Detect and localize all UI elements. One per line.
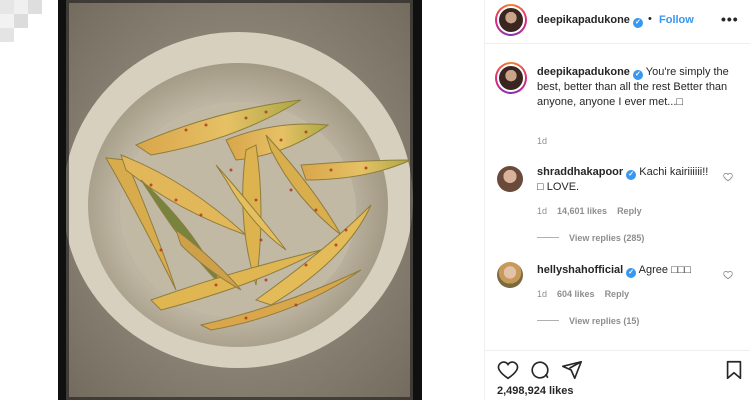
caption-username[interactable]: deepikapadukone bbox=[537, 66, 630, 78]
verified-badge-icon: ✓ bbox=[632, 70, 643, 80]
bookmark-icon[interactable] bbox=[723, 359, 745, 381]
comment-username[interactable]: shraddhakapoor bbox=[537, 166, 623, 178]
likes-count[interactable]: 2,498,924 likes bbox=[497, 385, 573, 397]
caption-age: 1d bbox=[537, 136, 548, 146]
comment-age: 1d bbox=[537, 206, 548, 216]
pixelated-corner bbox=[0, 0, 60, 50]
heart-icon[interactable] bbox=[497, 359, 519, 381]
verified-badge-icon: ✓ bbox=[626, 268, 637, 278]
view-replies-label[interactable]: View replies (15) bbox=[569, 316, 639, 326]
comment-like-heart-icon[interactable] bbox=[723, 270, 733, 280]
comment-item: shraddhakapoor ✓ Kachi kairiiiiii!! □ LOV… bbox=[537, 165, 717, 195]
mango-plate-illustration bbox=[66, 0, 413, 400]
view-replies-toggle[interactable]: View replies (15) bbox=[537, 316, 639, 326]
comment-icon[interactable] bbox=[529, 359, 551, 381]
paper-plane-icon[interactable] bbox=[561, 359, 583, 381]
more-options-icon[interactable]: ••• bbox=[721, 11, 739, 27]
view-replies-label[interactable]: View replies (285) bbox=[569, 233, 644, 243]
commenter-avatar[interactable] bbox=[497, 262, 523, 288]
commenter-avatar[interactable] bbox=[497, 166, 523, 192]
comment-likes[interactable]: 14,601 likes bbox=[557, 206, 607, 216]
post-side-panel: deepikapadukone ✓ • Follow ••• deepikapad… bbox=[484, 0, 750, 400]
comment-text: Agree □□□ bbox=[638, 264, 691, 276]
reply-button[interactable]: Reply bbox=[617, 206, 642, 216]
post-header: deepikapadukone ✓ • Follow ••• bbox=[485, 0, 750, 44]
follow-button[interactable]: Follow bbox=[659, 14, 694, 26]
replies-divider bbox=[537, 237, 559, 238]
post-media-area bbox=[0, 0, 484, 400]
comment-meta: 1d 604 likes Reply bbox=[537, 289, 639, 299]
comment-username[interactable]: hellyshahofficial bbox=[537, 264, 623, 276]
author-username[interactable]: deepikapadukone ✓ bbox=[537, 14, 643, 28]
caption-author-avatar[interactable] bbox=[495, 62, 527, 94]
comment-meta: 1d 14,601 likes Reply bbox=[537, 206, 652, 216]
verified-badge-icon: ✓ bbox=[626, 170, 637, 180]
view-replies-toggle[interactable]: View replies (285) bbox=[537, 233, 644, 243]
post-caption: deepikapadukone ✓ You're simply the best,… bbox=[537, 65, 737, 110]
instagram-post-viewer: deepikapadukone ✓ • Follow ••• deepikapad… bbox=[0, 0, 750, 400]
comment-like-heart-icon[interactable] bbox=[723, 172, 733, 182]
separator-dot: • bbox=[648, 13, 652, 25]
replies-divider bbox=[537, 320, 559, 321]
verified-badge-icon: ✓ bbox=[632, 18, 643, 28]
reply-button[interactable]: Reply bbox=[605, 289, 630, 299]
author-avatar[interactable] bbox=[495, 4, 527, 36]
comment-age: 1d bbox=[537, 289, 548, 299]
comment-likes[interactable]: 604 likes bbox=[557, 289, 595, 299]
comment-item: hellyshahofficial ✓ Agree □□□ bbox=[537, 263, 717, 278]
post-photo[interactable] bbox=[66, 0, 413, 400]
author-username-text[interactable]: deepikapadukone bbox=[537, 14, 630, 26]
